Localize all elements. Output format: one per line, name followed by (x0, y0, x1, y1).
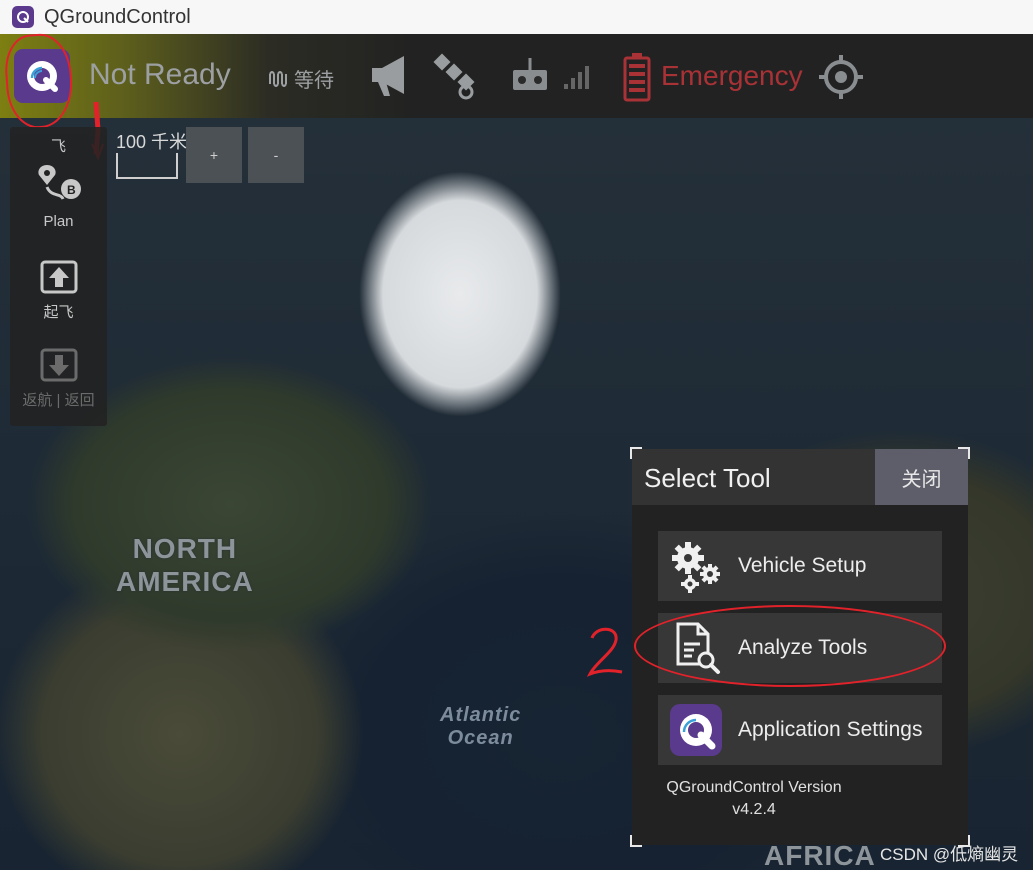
tool-strip: 飞 B Plan 起飞 返航 | 返回 (10, 127, 107, 426)
qgc-logo-icon[interactable] (14, 49, 70, 103)
close-button[interactable]: 关闭 (875, 449, 968, 505)
map-scale-label: 100 千米 (116, 132, 188, 152)
tool-strip-plan[interactable]: B Plan (10, 163, 107, 230)
analyze-icon (668, 620, 724, 676)
zoom-out-button[interactable]: - (248, 127, 304, 183)
watermark: CSDN @低熵幽灵 (880, 845, 1019, 864)
satellite-icon[interactable] (432, 52, 478, 105)
tool-strip-fly[interactable]: 飞 (10, 133, 107, 156)
map-label-north-america: NORTH AMERICA (116, 533, 254, 597)
vehicle-status[interactable]: Not Ready (89, 58, 231, 92)
wave-icon (269, 70, 287, 87)
gears-icon (668, 538, 724, 594)
tool-strip-plan-label: Plan (43, 213, 74, 230)
dialog-header: Select Tool 关闭 (632, 449, 968, 505)
flight-mode[interactable]: 等待 (268, 64, 334, 93)
tool-strip-return-label: 返航 | 返回 (22, 392, 95, 409)
dialog-title: Select Tool (644, 463, 771, 493)
flight-mode-label: 等待 (294, 70, 334, 92)
qgc-app-icon (12, 6, 34, 28)
zoom-in-button[interactable]: + (186, 127, 242, 183)
application-settings-button[interactable]: Application Settings (658, 695, 942, 765)
select-tool-dialog: Select Tool 关闭 Vehicle Setup Analyze Too… (630, 447, 970, 847)
window-titlebar: QGroundControl (0, 0, 1033, 34)
takeoff-icon (40, 260, 77, 294)
tool-strip-return[interactable]: 返航 | 返回 (10, 347, 107, 410)
map-scale-bar (116, 153, 178, 179)
emergency-status[interactable]: Emergency (661, 60, 803, 92)
dialog-corner (630, 835, 642, 847)
window-title: QGroundControl (44, 5, 191, 28)
battery-icon[interactable] (623, 52, 651, 107)
application-settings-label: Application Settings (738, 718, 923, 741)
tool-strip-fly-label: 飞 (50, 138, 66, 155)
analyze-tools-label: Analyze Tools (738, 636, 868, 659)
return-icon (40, 348, 77, 382)
analyze-tools-button[interactable]: Analyze Tools (658, 613, 942, 683)
tool-strip-takeoff[interactable]: 起飞 (10, 259, 107, 322)
plan-icon: B (37, 165, 81, 200)
rc-icon[interactable] (511, 56, 551, 97)
crosshair-icon[interactable] (817, 53, 865, 106)
vehicle-setup-button[interactable]: Vehicle Setup (658, 531, 942, 601)
qgc-logo-icon (668, 702, 724, 758)
version-title: QGroundControl Version (666, 779, 842, 796)
version-number: v4.2.4 (732, 801, 776, 818)
tool-strip-takeoff-label: 起飞 (43, 304, 74, 321)
vehicle-setup-label: Vehicle Setup (738, 554, 867, 577)
signal-icon (563, 64, 591, 95)
svg-text:B: B (67, 183, 76, 197)
map-label-atlantic-ocean: Atlantic Ocean (440, 704, 522, 749)
megaphone-icon[interactable] (366, 52, 414, 103)
main-toolbar: Not Ready 等待 Emergency (0, 34, 1033, 118)
